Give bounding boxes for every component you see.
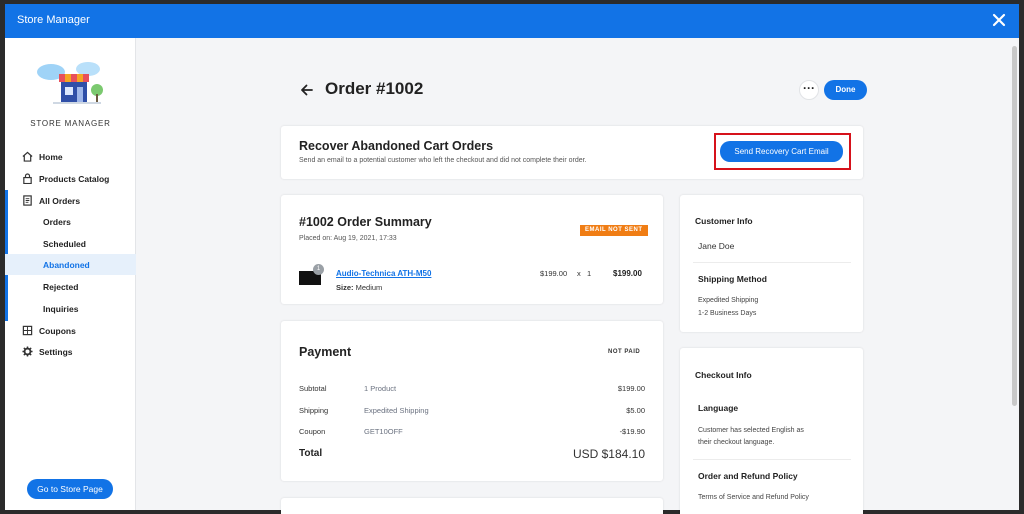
- next-card: [281, 498, 663, 514]
- sidebar-item-label: All Orders: [39, 196, 81, 206]
- row-amount: $5.00: [626, 406, 645, 415]
- lock-icon: [23, 173, 32, 184]
- page-title: Order #1002: [325, 79, 424, 98]
- shipping-method-time: 1-2 Business Days: [698, 310, 757, 317]
- total-row: Total USD $184.10: [299, 447, 645, 462]
- close-icon[interactable]: [991, 12, 1007, 28]
- sidebar: STORE MANAGER Home Products Catalog All …: [5, 38, 136, 510]
- checkout-info-card: Checkout Info Language Customer has sele…: [680, 348, 863, 514]
- document-icon: [23, 195, 32, 206]
- window-title: Store Manager: [17, 14, 90, 26]
- sidebar-item-rejected[interactable]: Rejected: [5, 276, 136, 297]
- sidebar-item-label: Home: [39, 152, 63, 162]
- size-label: Size:: [336, 283, 354, 292]
- row-amount: -$19.90: [619, 427, 645, 436]
- language-text-line1: Customer has selected English as: [698, 427, 804, 434]
- status-badge: EMAIL NOT SENT: [580, 225, 648, 236]
- language-title: Language: [698, 403, 739, 413]
- total-value: USD $184.10: [572, 447, 645, 461]
- row-label: Coupon: [299, 427, 326, 436]
- sidebar-item-label: Orders: [43, 217, 71, 227]
- customer-info-title: Customer Info: [695, 216, 753, 226]
- sidebar-item-inquiries[interactable]: Inquiries: [5, 298, 136, 319]
- sidebar-item-home[interactable]: Home: [5, 146, 136, 167]
- highlight-box: [714, 133, 851, 170]
- size-value: Medium: [355, 283, 383, 292]
- sidebar-item-orders[interactable]: Orders: [5, 211, 136, 232]
- sidebar-item-label: Scheduled: [43, 239, 86, 249]
- quantity: 1: [587, 269, 592, 278]
- sidebar-item-label: Settings: [39, 347, 73, 357]
- row-label: Subtotal: [299, 384, 327, 393]
- sidebar-item-all-orders[interactable]: All Orders: [5, 190, 136, 211]
- scrollbar[interactable]: [1010, 38, 1019, 510]
- payment-row: Coupon GET10OFF -$19.90: [299, 427, 645, 439]
- product-link[interactable]: Audio-Technica ATH-M50: [336, 269, 431, 278]
- payment-status: NOT PAID: [608, 349, 641, 355]
- sidebar-item-label: Products Catalog: [39, 174, 110, 184]
- payment-row: Subtotal 1 Product $199.00: [299, 384, 645, 396]
- product-size: Size: Medium: [336, 283, 382, 292]
- summary-title: #1002 Order Summary: [299, 215, 432, 229]
- unit-price: $199.00: [540, 269, 568, 278]
- sidebar-item-abandoned[interactable]: Abandoned: [5, 254, 136, 275]
- title-bar: Store Manager: [5, 4, 1019, 38]
- policy-title: Order and Refund Policy: [698, 471, 798, 481]
- row-detail: Expedited Shipping: [364, 406, 429, 415]
- order-summary-card: #1002 Order Summary Placed on: Aug 19, 2…: [281, 195, 663, 304]
- shipping-method-name: Expedited Shipping: [698, 297, 759, 304]
- payment-title: Payment: [299, 345, 352, 359]
- divider: [693, 262, 851, 263]
- store-logo-icon: [37, 62, 103, 104]
- sidebar-item-label: Rejected: [43, 282, 79, 292]
- row-detail: 1 Product: [364, 384, 397, 393]
- line-total: $199.00: [613, 269, 642, 278]
- payment-card: Payment NOT PAID Subtotal 1 Product $199…: [281, 321, 663, 481]
- customer-info-card: Customer Info Jane Doe Shipping Method E…: [680, 195, 863, 332]
- scrollbar-thumb[interactable]: [1012, 46, 1017, 406]
- sidebar-item-label: Inquiries: [43, 304, 79, 314]
- shipping-method-title: Shipping Method: [698, 274, 767, 284]
- sidebar-item-settings[interactable]: Settings: [5, 341, 136, 362]
- payment-row: Shipping Expedited Shipping $5.00: [299, 406, 645, 418]
- sidebar-item-scheduled[interactable]: Scheduled: [5, 233, 136, 254]
- row-label: Shipping: [299, 406, 329, 415]
- quantity-badge: 1: [313, 264, 324, 275]
- home-icon: [22, 151, 33, 162]
- sidebar-item-label: Abandoned: [43, 260, 90, 270]
- placed-date: Placed on: Aug 19, 2021, 17:33: [299, 235, 397, 242]
- total-label: Total: [299, 448, 323, 459]
- brand-name: STORE MANAGER: [30, 119, 111, 128]
- divider: [693, 459, 851, 460]
- sidebar-item-coupons[interactable]: Coupons: [5, 320, 136, 341]
- row-amount: $199.00: [617, 384, 645, 393]
- language-text-line2: their checkout language.: [698, 439, 775, 446]
- coupon-icon: [22, 325, 33, 336]
- policy-text: Terms of Service and Refund Policy: [698, 494, 809, 501]
- sidebar-item-label: Coupons: [39, 326, 76, 336]
- gear-icon: [22, 346, 33, 357]
- back-arrow-icon[interactable]: [300, 83, 314, 97]
- done-button[interactable]: Done: [824, 80, 867, 100]
- checkout-info-title: Checkout Info: [695, 370, 752, 380]
- recover-title: Recover Abandoned Cart Orders: [299, 139, 494, 153]
- recover-description: Send an email to a potential customer wh…: [299, 157, 587, 164]
- customer-name: Jane Doe: [698, 241, 735, 251]
- row-detail: GET10OFF: [364, 427, 403, 436]
- go-to-store-button[interactable]: Go to Store Page: [27, 479, 113, 499]
- sidebar-item-products-catalog[interactable]: Products Catalog: [5, 168, 136, 189]
- more-options-button[interactable]: ···: [799, 80, 819, 100]
- times-sign: x: [577, 269, 581, 278]
